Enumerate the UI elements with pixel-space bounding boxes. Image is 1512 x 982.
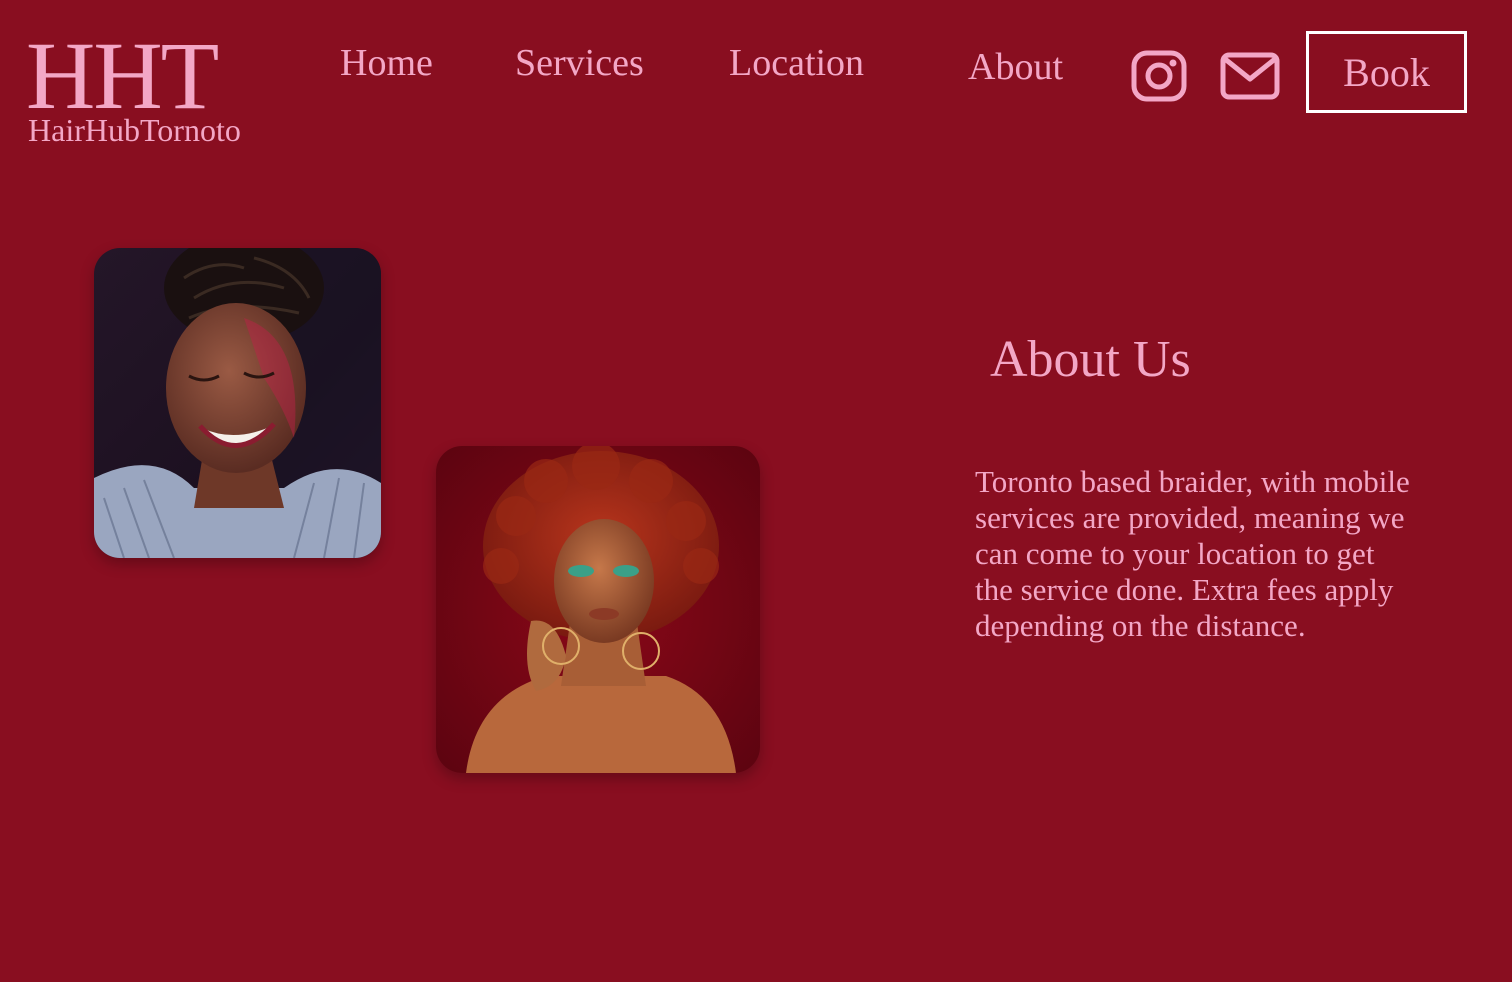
mail-icon[interactable] — [1220, 52, 1280, 100]
portrait-photo-afro — [436, 446, 760, 773]
logo-mark[interactable]: HHT — [26, 28, 219, 124]
portrait-photo-braids — [94, 248, 381, 558]
book-button[interactable]: Book — [1306, 31, 1467, 113]
nav-location-link[interactable]: Location — [729, 44, 864, 82]
nav-home-link[interactable]: Home — [340, 44, 433, 82]
about-description: Toronto based braider, with mobile servi… — [975, 464, 1410, 643]
about-title: About Us — [990, 331, 1191, 388]
nav-services-link[interactable]: Services — [515, 44, 644, 82]
logo-subtitle: HairHubTornoto — [28, 112, 241, 148]
instagram-icon[interactable] — [1131, 50, 1187, 102]
nav-about-link[interactable]: About — [968, 48, 1063, 86]
